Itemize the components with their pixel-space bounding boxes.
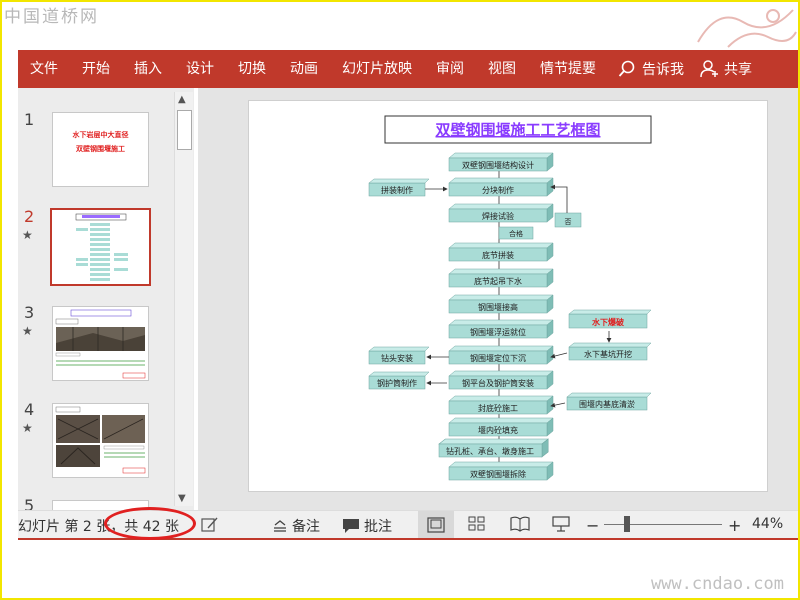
thumb3-photo-preview <box>55 309 146 379</box>
flow-step-weld-test: 焊接试验 <box>482 211 514 221</box>
comments-button[interactable]: 批注 <box>342 516 392 536</box>
side-box-excavation: 水下基坑开挖 <box>584 349 632 359</box>
flow-step-platform: 钢平台及钢护筒安装 <box>462 378 534 388</box>
normal-view-icon <box>427 516 445 533</box>
flow-step-piles: 钻孔桩、承台、墩身施工 <box>446 446 534 456</box>
tab-review[interactable]: 审阅 <box>424 50 476 88</box>
slide-thumbnail-2[interactable] <box>50 208 151 286</box>
notes-label: 备注 <box>292 519 320 535</box>
decorative-pattern <box>697 9 797 48</box>
scroll-down-icon[interactable]: ▼ <box>178 493 186 504</box>
side-box-blasting: 水下爆破 <box>591 317 624 327</box>
tell-me-label: 告诉我 <box>642 62 684 78</box>
flow-step-heighten: 钢围堰接高 <box>478 302 518 312</box>
side-box-desilting: 围堰内基底清淤 <box>579 399 635 409</box>
flow-step-lift-launch: 底节起吊下水 <box>474 276 522 286</box>
flow-step-remove: 双壁钢围堰拆除 <box>470 469 526 479</box>
side-box-bit-install: 钻头安装 <box>381 353 413 363</box>
flow-step-bottom-assembly: 底节拼装 <box>482 250 514 260</box>
current-slide[interactable]: 双壁钢围堰施工工艺框图 双壁钢围堰结构设计 分块制作 焊接试验 底节拼装 底节起… <box>248 100 768 492</box>
notes-icon <box>274 520 286 532</box>
slide-number-4: 4 <box>24 400 35 419</box>
slide-number-1: 1 <box>24 110 35 129</box>
slide-thumbnail-4[interactable] <box>52 403 149 478</box>
slide-number-3: 3 <box>24 303 35 322</box>
annotation-ellipse <box>104 507 196 540</box>
slide-3-animation-star: ★ <box>22 324 33 338</box>
flow-step-sink: 钢围堰定位下沉 <box>470 353 526 363</box>
scroll-up-icon[interactable]: ▲ <box>178 94 186 105</box>
tab-storyboarding[interactable]: 情节提要 <box>528 50 608 88</box>
tab-transitions[interactable]: 切换 <box>226 50 278 88</box>
zoom-slider-track[interactable] <box>604 524 722 525</box>
slide-2-animation-star: ★ <box>22 228 33 242</box>
slide-thumbnail-1[interactable]: 水下岩层中大直径 双壁钢围堰施工 <box>52 112 149 187</box>
label-pass: 合格 <box>509 229 523 238</box>
thumb1-line1: 水下岩层中大直径 <box>72 131 129 139</box>
zoom-out-button[interactable]: − <box>586 516 599 535</box>
tab-animations[interactable]: 动画 <box>278 50 330 88</box>
tab-slideshow[interactable]: 幻灯片放映 <box>330 50 424 88</box>
thumbnail-scrollbar[interactable]: ▲ ▼ <box>174 92 193 506</box>
slideshow-button[interactable] <box>552 516 570 532</box>
search-icon <box>618 60 635 77</box>
slide-title: 双壁钢围堰施工工艺框图 <box>435 121 600 139</box>
comment-icon <box>343 519 359 533</box>
watermark-bottom: www.cndao.com <box>650 574 784 594</box>
notes-button[interactable]: 备注 <box>272 516 320 536</box>
comments-label: 批注 <box>364 519 392 535</box>
tell-me-search[interactable]: 告诉我 <box>608 59 684 79</box>
tab-home[interactable]: 开始 <box>70 50 122 88</box>
tab-insert[interactable]: 插入 <box>122 50 174 88</box>
slide-sorter-icon <box>468 516 485 531</box>
thumb1-line2: 双壁钢围堰施工 <box>76 145 125 153</box>
flow-step-float-position: 钢围堰浮运就位 <box>470 327 526 337</box>
zoom-level[interactable]: 44% <box>752 516 783 532</box>
zoom-slider-handle[interactable] <box>624 516 630 532</box>
label-fail: 否 <box>565 218 572 226</box>
slide-sorter-button[interactable] <box>468 516 486 532</box>
thumb4-photo-preview <box>55 406 146 474</box>
flow-step-fabrication: 分块制作 <box>482 185 514 195</box>
slide-4-animation-star: ★ <box>22 421 33 435</box>
zoom-in-button[interactable]: + <box>728 516 741 535</box>
scrollbar-thumb[interactable] <box>177 110 192 150</box>
flow-step-fill: 堰内砼填充 <box>478 425 518 435</box>
watermark-top: 中国道桥网 <box>4 7 99 27</box>
ribbon-tabs: 文件 开始 插入 设计 切换 动画 幻灯片放映 审阅 视图 情节提要 告诉我 共… <box>18 50 798 88</box>
share-label: 共享 <box>724 62 752 78</box>
tab-file[interactable]: 文件 <box>18 50 70 88</box>
normal-view-button[interactable] <box>418 511 454 538</box>
book-icon <box>510 516 530 532</box>
person-add-icon <box>700 60 718 78</box>
side-box-casing: 钢护筒制作 <box>377 378 417 388</box>
slide-number-2: 2 <box>24 207 35 226</box>
projector-icon <box>552 516 570 532</box>
reading-view-button[interactable] <box>510 516 530 532</box>
thumb2-flowchart-preview <box>75 213 128 281</box>
spell-check-icon[interactable] <box>200 516 220 534</box>
side-box-frame: 拼装制作 <box>381 185 413 195</box>
slide-thumbnail-3[interactable] <box>52 306 149 381</box>
tab-view[interactable]: 视图 <box>476 50 528 88</box>
flow-step-design: 双壁钢围堰结构设计 <box>462 160 534 170</box>
share-button[interactable]: 共享 <box>700 59 752 79</box>
flow-step-seal-concrete: 封底砼施工 <box>478 403 518 413</box>
process-flowchart: 双壁钢围堰施工工艺框图 双壁钢围堰结构设计 分块制作 焊接试验 底节拼装 底节起… <box>368 115 652 481</box>
tab-design[interactable]: 设计 <box>174 50 226 88</box>
